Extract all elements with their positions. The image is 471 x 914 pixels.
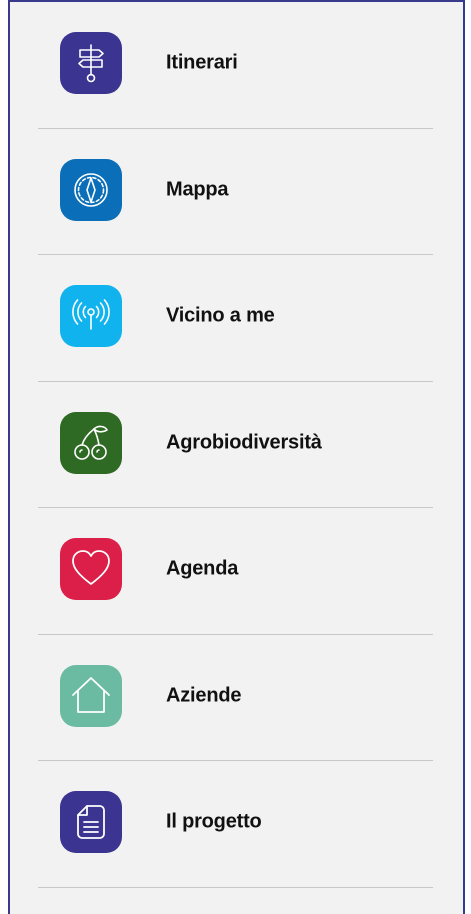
menu-item-label: Vicino a me — [166, 304, 275, 327]
menu-item-label: Il progetto — [166, 810, 262, 833]
broadcast-icon — [60, 285, 122, 348]
heart-icon — [60, 538, 122, 601]
menu-item-label: Mappa — [166, 178, 229, 201]
menu-item-agrobiodiversita[interactable]: Agrobiodiversità — [10, 382, 463, 509]
document-icon — [60, 791, 122, 854]
menu-item-il-progetto[interactable]: Il progetto — [10, 761, 463, 888]
menu-item-mappa[interactable]: Mappa — [10, 129, 463, 256]
navigation-menu-panel: Itinerari Mappa Vicino a me Agrobiodiver… — [8, 0, 465, 914]
menu-item-agenda[interactable]: Agenda — [10, 508, 463, 635]
menu-item-label: Aziende — [166, 684, 242, 707]
menu-item-label: Agrobiodiversità — [166, 431, 322, 454]
menu-item-vicino-a-me[interactable]: Vicino a me — [10, 255, 463, 382]
signpost-icon — [60, 32, 122, 95]
house-icon — [60, 664, 122, 727]
menu-item-label: Itinerari — [166, 51, 238, 74]
cherries-icon — [60, 411, 122, 474]
navigation-menu: Itinerari Mappa Vicino a me Agrobiodiver… — [10, 2, 463, 888]
menu-item-aziende[interactable]: Aziende — [10, 635, 463, 762]
compass-icon — [60, 158, 122, 221]
menu-item-itinerari[interactable]: Itinerari — [10, 2, 463, 129]
menu-item-label: Agenda — [166, 557, 239, 580]
